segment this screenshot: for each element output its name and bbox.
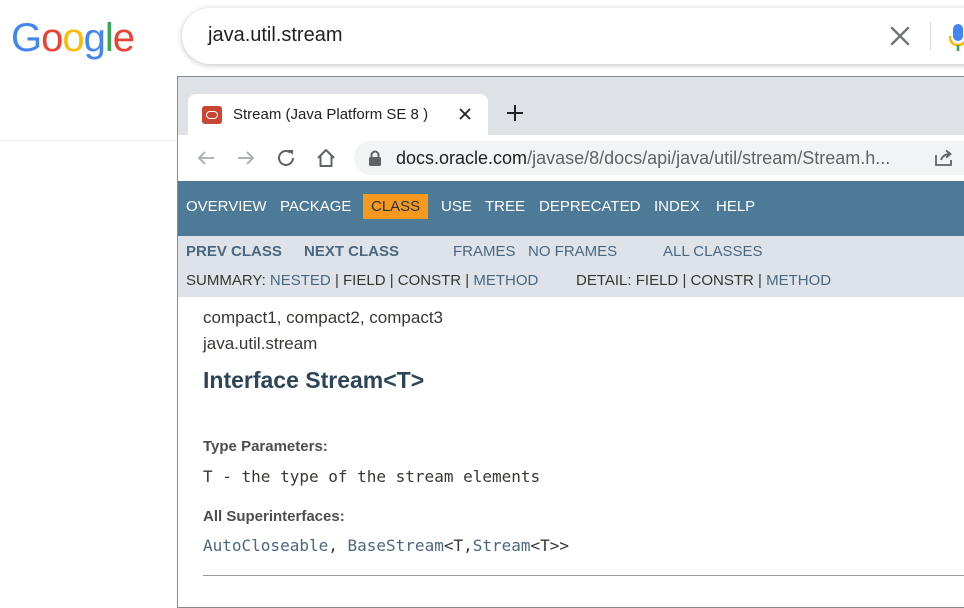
detail-row: DETAIL: FIELD | CONSTR | METHOD bbox=[576, 272, 831, 289]
share-icon[interactable] bbox=[934, 149, 954, 167]
generic-text: <T>> bbox=[530, 536, 570, 555]
page-title: Interface Stream<T> bbox=[203, 367, 425, 393]
oracle-icon bbox=[202, 106, 222, 124]
logo-letter: G bbox=[11, 16, 42, 60]
logo-letter: g bbox=[83, 16, 106, 60]
detail-label: DETAIL: bbox=[576, 272, 632, 289]
summary-label: SUMMARY: bbox=[186, 272, 266, 289]
summary-field: FIELD bbox=[343, 272, 386, 289]
tab-strip: Stream (Java Platform SE 8 ) bbox=[178, 77, 964, 135]
next-class-link[interactable]: NEXT CLASS bbox=[304, 243, 399, 260]
separator: | bbox=[758, 272, 762, 289]
javadoc-top-nav: OVERVIEW PACKAGE CLASS USE TREE DEPRECAT… bbox=[178, 181, 964, 236]
search-divider bbox=[930, 22, 931, 50]
close-icon[interactable] bbox=[888, 24, 912, 48]
superinterfaces-label: All Superinterfaces: bbox=[203, 508, 345, 525]
nav-index[interactable]: INDEX bbox=[654, 198, 700, 215]
summary-constr: CONSTR bbox=[397, 272, 462, 289]
summary-nested-link[interactable]: NESTED bbox=[270, 272, 331, 289]
address-bar[interactable]: docs.oracle.com/javase/8/docs/api/java/u… bbox=[354, 141, 964, 175]
nav-deprecated[interactable]: DEPRECATED bbox=[539, 198, 640, 215]
nav-help[interactable]: HELP bbox=[716, 198, 755, 215]
browser-toolbar: docs.oracle.com/javase/8/docs/api/java/u… bbox=[178, 135, 964, 181]
package-name: java.util.stream bbox=[203, 334, 318, 353]
profiles-text: compact1, compact2, compact3 bbox=[203, 308, 444, 327]
summary-method-link[interactable]: METHOD bbox=[473, 272, 538, 289]
microphone-icon[interactable] bbox=[948, 22, 964, 52]
logo-letter: o bbox=[41, 16, 63, 60]
frames-link[interactable]: FRAMES bbox=[453, 243, 516, 260]
logo-letter: l bbox=[104, 16, 114, 60]
detail-field: FIELD bbox=[635, 272, 679, 289]
search-box[interactable]: java.util.stream bbox=[182, 8, 964, 64]
summary-row: SUMMARY: NESTED | FIELD | CONSTR | METHO… bbox=[186, 272, 538, 289]
type-parameters-value: T - the type of the stream elements bbox=[203, 467, 541, 486]
back-arrow-icon[interactable] bbox=[195, 147, 217, 169]
generic-text: <T, bbox=[443, 536, 473, 555]
logo-letter: o bbox=[62, 16, 84, 60]
section-divider bbox=[203, 575, 964, 576]
tab-title: Stream (Java Platform SE 8 ) bbox=[233, 106, 429, 123]
stream-link[interactable]: Stream bbox=[473, 536, 531, 555]
google-logo[interactable]: Google bbox=[11, 14, 135, 62]
autocloseable-link[interactable]: AutoCloseable bbox=[203, 536, 328, 555]
header-divider bbox=[0, 140, 178, 141]
separator: | bbox=[334, 272, 339, 289]
nav-overview[interactable]: OVERVIEW bbox=[186, 198, 267, 215]
lock-icon[interactable] bbox=[368, 150, 382, 166]
url-text[interactable]: docs.oracle.com/javase/8/docs/api/java/u… bbox=[396, 148, 890, 169]
all-classes-link[interactable]: ALL CLASSES bbox=[663, 243, 763, 260]
superinterfaces-value: AutoCloseable, BaseStream<T,Stream<T>> bbox=[203, 536, 569, 555]
nav-use[interactable]: USE bbox=[441, 198, 472, 215]
plus-icon[interactable] bbox=[506, 104, 524, 122]
nav-package[interactable]: PACKAGE bbox=[280, 198, 351, 215]
browser-window: Stream (Java Platform SE 8 ) docs.oracle… bbox=[177, 76, 964, 608]
type-parameters-label: Type Parameters: bbox=[203, 438, 328, 455]
logo-letter: e bbox=[112, 16, 135, 60]
nav-tree[interactable]: TREE bbox=[485, 198, 525, 215]
prev-class-link[interactable]: PREV CLASS bbox=[186, 243, 282, 260]
detail-method-link[interactable]: METHOD bbox=[766, 272, 831, 289]
javadoc-sub-nav: PREV CLASS NEXT CLASS FRAMES NO FRAMES A… bbox=[178, 236, 964, 297]
reload-icon[interactable] bbox=[275, 147, 297, 169]
basestream-link[interactable]: BaseStream bbox=[348, 536, 444, 555]
no-frames-link[interactable]: NO FRAMES bbox=[528, 243, 617, 260]
separator: | bbox=[389, 272, 394, 289]
detail-constr: CONSTR bbox=[690, 272, 754, 289]
separator: | bbox=[682, 272, 687, 289]
separator: | bbox=[465, 272, 470, 289]
forward-arrow-icon[interactable] bbox=[235, 147, 257, 169]
url-path: /javase/8/docs/api/java/util/stream/Stre… bbox=[527, 148, 891, 168]
tab-stream-javadoc[interactable]: Stream (Java Platform SE 8 ) bbox=[188, 94, 488, 135]
close-icon[interactable] bbox=[458, 107, 472, 121]
nav-class[interactable]: CLASS bbox=[363, 194, 429, 219]
url-host: docs.oracle.com bbox=[396, 148, 528, 168]
comma: , bbox=[328, 536, 348, 555]
home-icon[interactable] bbox=[315, 147, 337, 169]
search-input[interactable]: java.util.stream bbox=[208, 24, 343, 47]
